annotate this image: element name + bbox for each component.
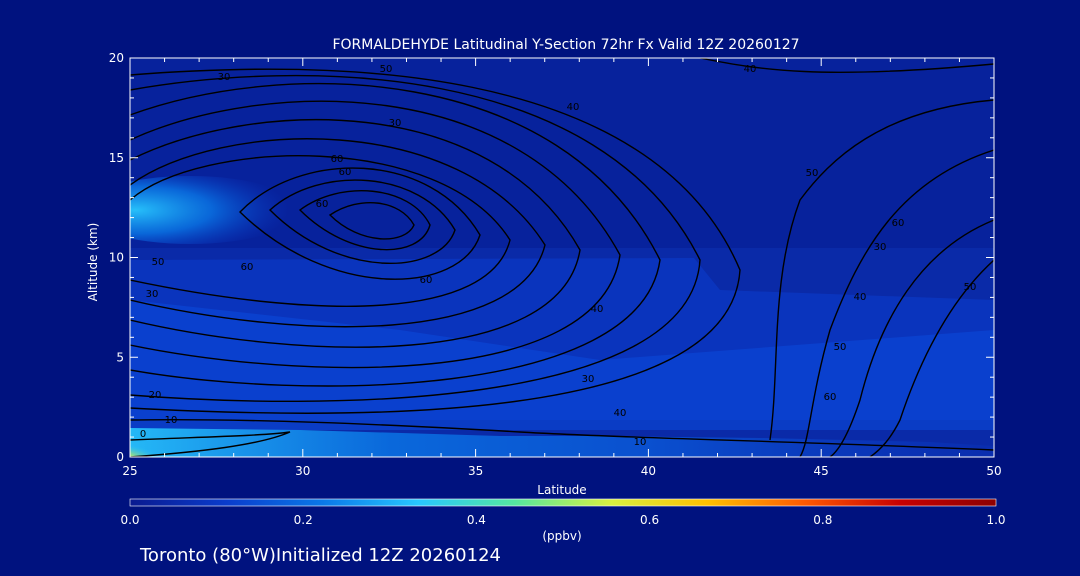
contour-label: 60 (241, 262, 254, 273)
contour-label: 50 (834, 342, 847, 353)
footer-location: Toronto (80°W)Initialized 12Z 20260124 (139, 545, 501, 566)
contour-label: 0 (140, 429, 146, 440)
colorbar-tick-label: 0.0 (120, 513, 139, 527)
contour-label: 20 (149, 390, 162, 401)
contour-label: 40 (567, 102, 580, 113)
chart-canvas: FORMALDEHYDE Latitudinal Y-Section 72hr … (86, 37, 1006, 566)
contour-label: 30 (582, 374, 595, 385)
contour-label: 50 (380, 64, 393, 75)
contour-label: 30 (218, 72, 231, 83)
y-tick-label: 0 (116, 450, 124, 464)
x-tick-label: 40 (641, 464, 656, 478)
colorbar-tick-label: 0.2 (294, 513, 313, 527)
contour-label: 30 (874, 242, 887, 253)
x-tick-label: 25 (122, 464, 137, 478)
contour-label: 10 (634, 437, 647, 448)
y-tick-label: 5 (116, 350, 124, 364)
y-axis-label: Altitude (km) (86, 223, 100, 302)
contour-label: 40 (744, 64, 757, 75)
colorbar-ticks: 0.0 0.2 0.4 0.6 0.8 1.0 (120, 513, 1005, 527)
colorbar-tick-label: 0.8 (813, 513, 832, 527)
x-tick-label: 35 (468, 464, 483, 478)
contour-label: 60 (892, 218, 905, 229)
field-upper-maximum (130, 176, 300, 244)
contour-label: 60 (339, 167, 352, 178)
contour-label: 50 (152, 257, 165, 268)
contour-label: 60 (420, 275, 433, 286)
contour-label: 60 (316, 199, 329, 210)
x-tick-label: 30 (295, 464, 310, 478)
colorbar-tick-label: 0.6 (640, 513, 659, 527)
y-tick-label: 15 (109, 151, 124, 165)
colorbar-tick-label: 0.4 (467, 513, 486, 527)
x-tick-label: 45 (814, 464, 829, 478)
contour-label: 30 (389, 118, 402, 129)
colorbar-label: (ppbv) (542, 529, 581, 543)
contour-label: 40 (614, 408, 627, 419)
x-tick-label: 50 (986, 464, 1001, 478)
chart-title: FORMALDEHYDE Latitudinal Y-Section 72hr … (332, 37, 799, 53)
contour-label: 40 (854, 292, 867, 303)
contour-label: 60 (824, 392, 837, 403)
colorbar-tick-label: 1.0 (986, 513, 1005, 527)
contour-label: 30 (146, 289, 159, 300)
contour-label: 60 (331, 154, 344, 165)
y-tick-label: 20 (109, 51, 124, 65)
y-tick-label: 10 (109, 251, 124, 265)
contour-label: 10 (165, 415, 178, 426)
x-axis-label: Latitude (537, 483, 586, 497)
contour-label: 40 (591, 304, 604, 315)
colorbar (129, 498, 997, 507)
contour-label: 50 (806, 168, 819, 179)
plot-area: 30 50 40 30 60 60 60 60 60 50 40 40 30 20 10 10 0 30 40 50 6… (130, 58, 994, 457)
contour-label: 50 (964, 282, 977, 293)
